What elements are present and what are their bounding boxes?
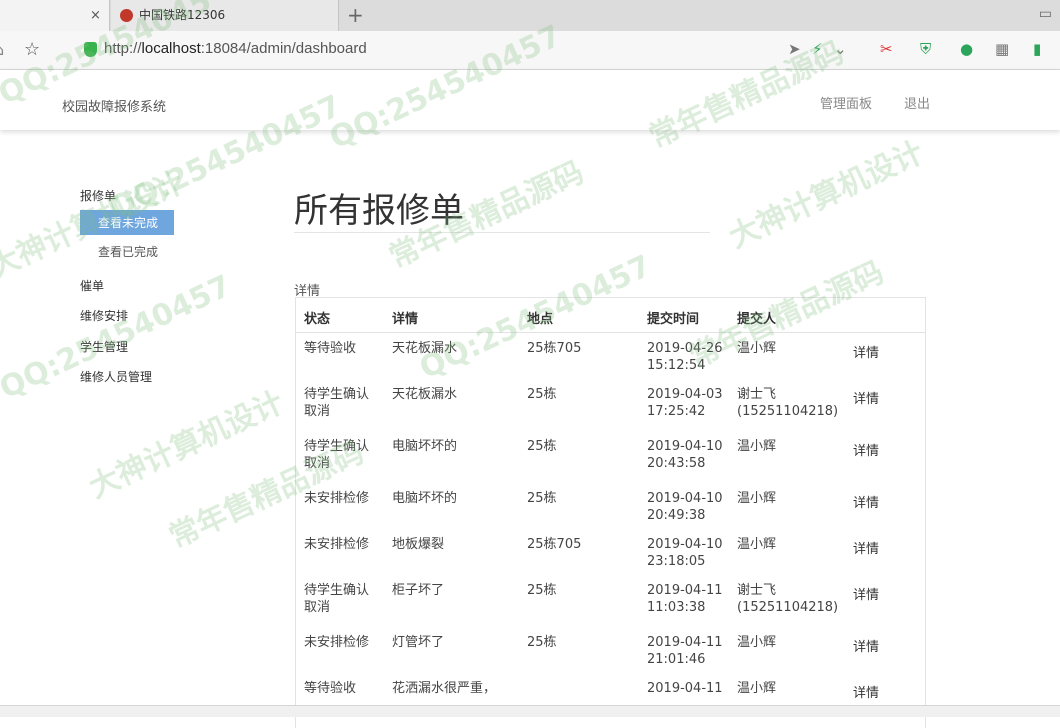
detail-link[interactable]: 详情	[853, 345, 879, 362]
grid-icon[interactable]: ▦	[995, 40, 1009, 58]
cell-time: 2019-04-10 20:43:58	[647, 439, 723, 471]
cell-detail: 灯管坏了	[392, 635, 445, 650]
url-field[interactable]: http://localhost:18084/admin/dashboard	[104, 40, 367, 57]
detail-link[interactable]: 详情	[853, 639, 879, 656]
sidebar-item-unfinished[interactable]: 查看未完成	[80, 210, 175, 235]
railway-favicon-icon	[120, 9, 133, 22]
battery-icon: ▮	[1033, 40, 1042, 58]
cell-status: 等待验收	[304, 681, 357, 696]
brand-title[interactable]: 校园故障报修系统	[62, 96, 166, 115]
url-host: localhost	[141, 40, 201, 57]
detail-link[interactable]: 详情	[853, 685, 879, 702]
sidebar-item-urge[interactable]: 催单	[80, 277, 104, 294]
detail-link[interactable]: 详情	[853, 443, 879, 460]
detail-link[interactable]: 详情	[853, 391, 879, 408]
title-divider	[294, 232, 710, 233]
header-detail: 详情	[392, 312, 419, 327]
app-navbar: 校园故障报修系统 管理面板 退出	[0, 70, 1060, 130]
scissors-icon[interactable]: ✂	[880, 40, 893, 58]
watermark-text: 大神计算机设计	[723, 134, 930, 256]
orders-table: 状态 详情 地点 提交时间 提交人 等待验收 天花板漏水 25栋705 2019-04…	[295, 297, 926, 728]
sidebar-item-maintenance-schedule[interactable]: 维修安排	[80, 307, 128, 324]
chevron-down-icon[interactable]: ⌄	[834, 40, 847, 58]
cell-user: 温小辉	[737, 439, 777, 454]
cell-user: 温小辉	[737, 537, 777, 552]
tab-active[interactable]: ×	[0, 0, 110, 31]
shirt-icon[interactable]: ▭	[1039, 6, 1052, 22]
browser-status-bar	[0, 705, 1060, 717]
cell-place: 25栋705	[527, 537, 582, 552]
secure-shield-icon	[84, 42, 97, 57]
cell-time: 2019-04-10 23:18:05	[647, 537, 723, 569]
cell-user: 温小辉	[737, 341, 777, 356]
cell-user: 温小辉	[737, 635, 777, 650]
header-place: 地点	[527, 312, 554, 327]
cell-time: 2019-04-03 17:25:42	[647, 387, 723, 419]
cell-detail: 电脑坏坏的	[392, 439, 458, 454]
cell-status: 未安排检修	[304, 537, 370, 552]
cell-time: 2019-04-10 20:49:38	[647, 491, 723, 523]
detail-link[interactable]: 详情	[853, 587, 879, 604]
cell-detail: 柜子坏了	[392, 583, 445, 598]
url-scheme: http://	[104, 40, 142, 57]
cell-detail: 花洒漏水很严重，	[392, 681, 497, 696]
cell-place: 25栋	[527, 439, 557, 454]
bookmark-star-icon[interactable]: ☆	[24, 39, 40, 60]
sidebar-item-repairer-management[interactable]: 维修人员管理	[80, 368, 152, 385]
cell-status: 待学生确认 取消	[304, 439, 370, 471]
cell-user: 谢士飞 (15251104218)	[737, 583, 839, 615]
browser-tab-strip: × 中国铁路12306 + ▭	[0, 0, 1060, 32]
nav-dashboard-link[interactable]: 管理面板	[820, 93, 872, 112]
cell-status: 待学生确认 取消	[304, 387, 370, 419]
cell-status: 待学生确认 取消	[304, 583, 370, 615]
sidebar-item-student-management[interactable]: 学生管理	[80, 338, 128, 355]
cell-user: 温小辉	[737, 681, 777, 696]
page-title: 所有报修单	[294, 191, 464, 231]
cell-time: 2019-04-11 21:01:46	[647, 635, 723, 667]
cell-detail: 天花板漏水	[392, 341, 458, 356]
cell-status: 未安排检修	[304, 635, 370, 650]
cell-place: 25栋705	[527, 341, 582, 356]
shield-yen-icon[interactable]: ⛨	[920, 40, 931, 58]
cell-place: 25栋	[527, 491, 557, 506]
cell-place: 25栋	[527, 387, 557, 402]
cell-status: 未安排检修	[304, 491, 370, 506]
cell-user: 谢士飞 (15251104218)	[737, 387, 839, 419]
cell-detail: 地板爆裂	[392, 537, 445, 552]
cell-detail: 电脑坏坏的	[392, 491, 458, 506]
cell-detail: 天花板漏水	[392, 387, 458, 402]
cell-time: 2019-04-11	[647, 681, 723, 696]
watermark-text: 大神计算机设计	[83, 384, 290, 506]
circle-icon[interactable]: ●	[960, 40, 973, 58]
header-time: 提交时间	[647, 312, 700, 327]
tab-label: 中国铁路12306	[139, 8, 226, 22]
lightning-icon[interactable]: ⚡	[812, 40, 823, 58]
table-header-row: 状态 详情 地点 提交时间 提交人	[296, 298, 925, 333]
home-icon[interactable]: ⌂	[0, 40, 4, 59]
detail-link[interactable]: 详情	[853, 541, 879, 558]
cell-place: 25栋	[527, 583, 557, 598]
header-status: 状态	[304, 312, 331, 327]
cell-time: 2019-04-11 11:03:38	[647, 583, 723, 615]
detail-link[interactable]: 详情	[853, 495, 879, 512]
nav-logout-link[interactable]: 退出	[904, 93, 930, 112]
share-icon[interactable]: ➤	[788, 40, 801, 58]
tab-close-icon[interactable]: ×	[90, 0, 101, 31]
new-tab-button[interactable]: +	[347, 3, 364, 27]
cell-status: 等待验收	[304, 341, 357, 356]
cell-time: 2019-04-26 15:12:54	[647, 341, 723, 373]
sidebar-item-finished[interactable]: 查看已完成	[98, 243, 158, 260]
tab-12306[interactable]: 中国铁路12306	[111, 0, 339, 31]
header-user: 提交人	[737, 312, 777, 327]
sidebar-group-repair-orders[interactable]: 报修单	[80, 187, 116, 204]
cell-place: 25栋	[527, 635, 557, 650]
url-path: :18084/admin/dashboard	[200, 40, 367, 57]
address-bar: ⌂ ☆ http://localhost:18084/admin/dashboa…	[0, 31, 1060, 70]
cell-user: 温小辉	[737, 491, 777, 506]
